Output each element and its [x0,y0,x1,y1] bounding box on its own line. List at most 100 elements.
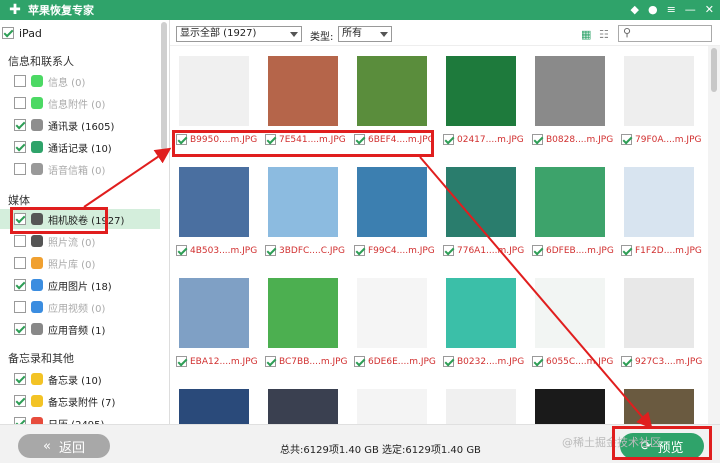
sidebar-item[interactable]: 信息附件 (0) [0,93,160,113]
photo-checkbox[interactable] [532,356,543,367]
photo-item[interactable]: 776A1....m.JPG [443,167,524,256]
photo-checkbox[interactable] [621,245,632,256]
photo-thumbnail[interactable] [535,56,605,126]
photo-item[interactable] [265,389,341,424]
type-dropdown[interactable]: 所有 [338,26,392,42]
photo-thumbnail[interactable] [446,56,516,126]
photo-thumbnail[interactable] [624,56,694,126]
sidebar-item-checkbox[interactable] [14,163,26,175]
grid-scrollbar[interactable] [708,46,720,424]
photo-checkbox[interactable] [176,134,187,145]
photo-item[interactable]: 3BDFC....C.JPG [265,167,345,256]
photo-item[interactable]: 6DE6E....m.JPG [354,278,436,367]
sidebar-item[interactable]: 备忘录附件 (7) [0,391,160,411]
sidebar-item[interactable]: 信息 (0) [0,71,160,91]
sidebar-item-checkbox[interactable] [14,373,26,385]
photo-thumbnail[interactable] [446,278,516,348]
photo-item[interactable] [354,389,430,424]
photo-thumbnail[interactable] [535,389,605,424]
photo-thumbnail[interactable] [624,278,694,348]
sidebar-item-checkbox[interactable] [14,75,26,87]
sidebar-scrollbar[interactable] [161,22,167,150]
photo-checkbox[interactable] [532,134,543,145]
photo-item[interactable] [443,389,519,424]
photo-item[interactable]: B0828....m.JPG [532,56,613,145]
photo-thumbnail[interactable] [624,167,694,237]
sidebar-item-checkbox[interactable] [14,395,26,407]
photo-checkbox[interactable] [176,245,187,256]
list-view-icon[interactable]: ☷ [599,28,609,41]
photo-checkbox[interactable] [621,356,632,367]
photo-item[interactable]: B9950....m.JPG [176,56,257,145]
photo-item[interactable]: 02417....m.JPG [443,56,524,145]
photo-checkbox[interactable] [443,134,454,145]
photo-checkbox[interactable] [354,245,365,256]
photo-item[interactable] [176,389,252,424]
photo-item[interactable] [532,389,608,424]
photo-thumbnail[interactable] [357,56,427,126]
sidebar-item-checkbox[interactable] [14,141,26,153]
sidebar-item[interactable]: 照片库 (0) [0,253,160,273]
photo-thumbnail[interactable] [268,56,338,126]
sidebar-item-checkbox[interactable] [14,301,26,313]
photo-thumbnail[interactable] [535,278,605,348]
sidebar-item[interactable]: 语音信箱 (0) [0,159,160,179]
photo-item[interactable]: 4B503....m.JPG [176,167,257,256]
photo-item[interactable]: EBA12....m.JPG [176,278,258,367]
menu-icon[interactable]: ≡ [667,2,676,18]
photo-checkbox[interactable] [354,134,365,145]
sidebar-item-checkbox[interactable] [14,279,26,291]
back-button[interactable]: « 返回 [18,434,110,458]
sidebar-item[interactable]: 应用音频 (1) [0,319,160,339]
filter-dropdown[interactable]: 显示全部 (1927) [176,26,302,42]
close-icon[interactable]: ✕ [705,2,714,18]
photo-item[interactable]: F1F2D....m.JPG [621,167,702,256]
photo-thumbnail[interactable] [357,167,427,237]
minimize-icon[interactable]: — [685,2,696,18]
photo-checkbox[interactable] [443,356,454,367]
photo-item[interactable]: BC7BB....m.JPG [265,278,348,367]
grid-view-icon[interactable]: ▦ [581,28,591,41]
photo-checkbox[interactable] [265,134,276,145]
photo-thumbnail[interactable] [357,389,427,424]
photo-item[interactable]: F99C4....m.JPG [354,167,435,256]
photo-checkbox[interactable] [532,245,543,256]
photo-item[interactable]: 6BEF4....m.JPG [354,56,435,145]
photo-checkbox[interactable] [443,245,454,256]
photo-item[interactable]: 6055C....m.JPG [532,278,613,367]
search-input[interactable]: ⚲ [618,25,712,42]
photo-thumbnail[interactable] [179,167,249,237]
photo-thumbnail[interactable] [446,167,516,237]
sidebar-item[interactable]: 照片流 (0) [0,231,160,251]
photo-item[interactable]: B0232....m.JPG [443,278,524,367]
device-checkbox[interactable] [2,27,14,39]
photo-item[interactable] [621,389,697,424]
photo-checkbox[interactable] [621,134,632,145]
sidebar-item-checkbox[interactable] [14,119,26,131]
diamond-icon[interactable]: ◆ [630,2,638,18]
sidebar-item-checkbox[interactable] [14,323,26,335]
photo-thumbnail[interactable] [268,389,338,424]
photo-thumbnail[interactable] [268,278,338,348]
sidebar-item-checkbox[interactable] [14,235,26,247]
photo-thumbnail[interactable] [446,389,516,424]
sidebar-item[interactable]: 通话记录 (10) [0,137,160,157]
device-row[interactable]: iPad [2,23,42,43]
photo-thumbnail[interactable] [179,389,249,424]
sidebar-item-checkbox[interactable] [14,257,26,269]
photo-checkbox[interactable] [354,356,365,367]
photo-thumbnail[interactable] [179,56,249,126]
photo-checkbox[interactable] [265,245,276,256]
sidebar-item-checkbox[interactable] [14,97,26,109]
photo-thumbnail[interactable] [268,167,338,237]
photo-thumbnail[interactable] [357,278,427,348]
sidebar-item[interactable]: 相机胶卷 (1927) [0,209,160,229]
photo-item[interactable]: 927C3....m.JPG [621,278,702,367]
sidebar-item[interactable]: 应用图片 (18) [0,275,160,295]
sidebar-item-checkbox[interactable] [14,417,26,424]
photo-checkbox[interactable] [265,356,276,367]
chat-icon[interactable]: ● [648,2,658,18]
photo-thumbnail[interactable] [179,278,249,348]
photo-item[interactable]: 7E541....m.JPG [265,56,346,145]
photo-item[interactable]: 6DFEB....m.JPG [532,167,614,256]
